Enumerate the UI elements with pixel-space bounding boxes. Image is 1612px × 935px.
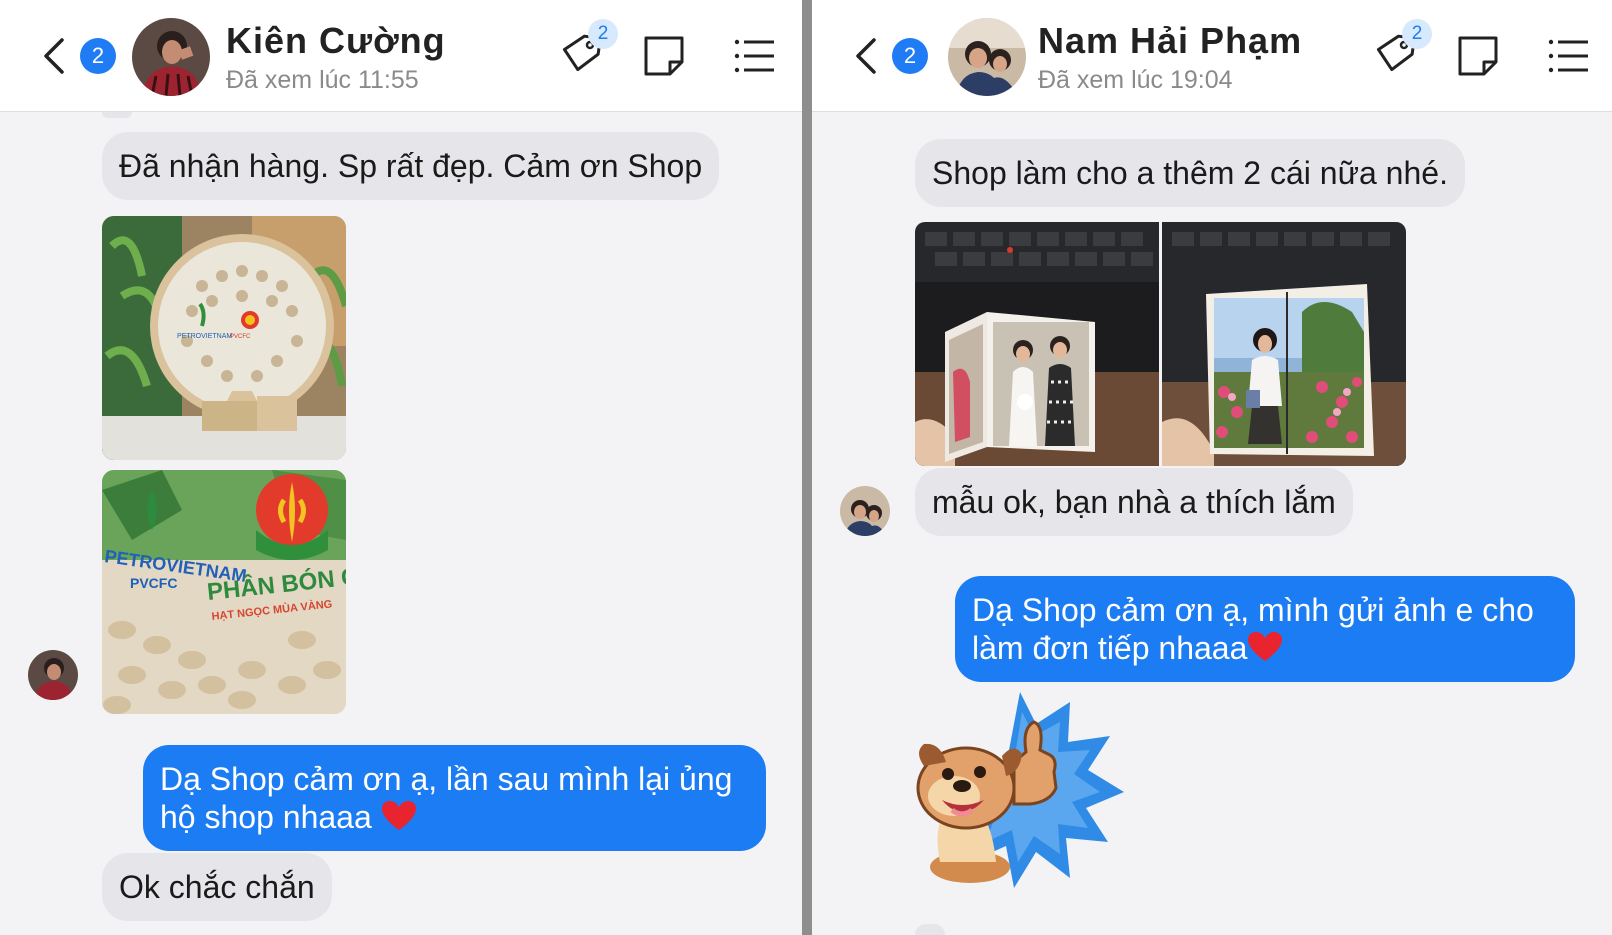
thumbs-up-dog-sticker[interactable] [910,692,1124,892]
photo-lettering: PETROVIETNAM [177,333,232,340]
received-message[interactable]: Ok chắc chắn [102,853,332,921]
seen-status: Đã xem lúc 19:04 [1038,66,1233,94]
received-message[interactable]: Đã nhận hàng. Sp rất đẹp. Cảm ơn Shop [102,132,720,200]
right-chat-screen: 2 Nam Hải Phạm Đã xem lúc 19:04 2 Shop l… [812,0,1612,935]
received-message[interactable]: Shop làm cho a thêm 2 cái nữa nhé. [915,139,1465,207]
sent-message-text: Dạ Shop cảm ơn ạ, lần sau mình lại ủng h… [160,761,733,835]
contact-name: Nam Hải Phạm [1038,20,1303,61]
seen-status: Đã xem lúc 11:55 [226,66,419,94]
sent-message[interactable]: Dạ Shop cảm ơn ạ, mình gửi ảnh e cho làm… [955,576,1575,682]
message-list[interactable]: Shop làm cho a thêm 2 cái nữa nhé. mẫu o… [812,112,1612,935]
left-chat-screen: 2 Kiên Cường Đã xem lúc 11:55 2 Đã nhận … [0,0,802,935]
chat-header: 2 Nam Hải Phạm Đã xem lúc 19:04 2 [812,0,1612,112]
heart-icon [381,801,416,830]
contact-name: Kiên Cường [226,20,446,61]
tag-count-badge: 2 [1402,19,1432,49]
photo-lettering: PVCFC [230,334,251,340]
next-message-edge [915,924,945,935]
list-menu-icon[interactable] [1542,30,1594,82]
note-icon[interactable] [638,30,690,82]
shared-photo[interactable]: PETROVIETNAM PVCFC PHÂN BÓN CÀ MAU HẠT N… [102,470,346,714]
received-message[interactable]: mẫu ok, bạn nhà a thích lắm [915,468,1353,536]
list-menu-icon[interactable] [728,30,780,82]
shared-photo[interactable] [915,222,1159,466]
avatar[interactable] [840,486,890,536]
shared-photo[interactable]: PETROVIETNAM PVCFC [102,216,346,460]
back-chevron-icon[interactable] [850,34,884,78]
heart-icon [1248,632,1283,661]
avatar[interactable] [132,18,210,96]
photo-lettering: PVCFC [130,575,177,591]
sent-message[interactable]: Dạ Shop cảm ơn ạ, lần sau mình lại ủng h… [143,745,766,851]
screen-divider [802,0,812,935]
avatar[interactable] [948,18,1026,96]
shared-photo[interactable] [1162,222,1406,466]
avatar[interactable] [28,650,78,700]
tag-count-badge: 2 [588,19,618,49]
message-list[interactable]: Đã nhận hàng. Sp rất đẹp. Cảm ơn Shop PE… [0,112,802,935]
chat-header: 2 Kiên Cường Đã xem lúc 11:55 2 [0,0,802,112]
unread-count-badge[interactable]: 2 [892,38,928,74]
note-icon[interactable] [1452,30,1504,82]
back-chevron-icon[interactable] [38,34,72,78]
previous-message-edge [102,112,132,118]
unread-count-badge[interactable]: 2 [80,38,116,74]
